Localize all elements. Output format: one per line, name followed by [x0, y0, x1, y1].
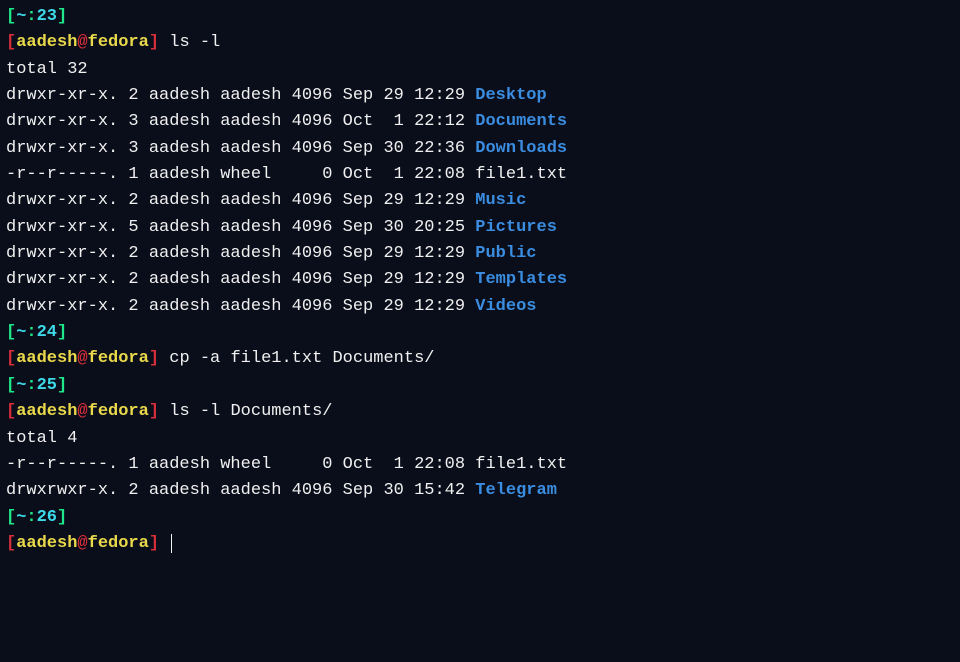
prompt-host: fedora — [88, 402, 149, 421]
file-metadata: drwxr-xr-x. 2 aadesh aadesh 4096 Sep 29 … — [6, 297, 475, 316]
terminal-line: drwxr-xr-x. 2 aadesh aadesh 4096 Sep 29 … — [6, 294, 954, 320]
bracket-open: [ — [6, 508, 16, 527]
bracket-open: [ — [6, 323, 16, 342]
cwd-path: ~ — [16, 508, 26, 527]
command-text[interactable]: ls -l Documents/ — [159, 402, 332, 421]
terminal-line: -r--r-----. 1 aadesh wheel 0 Oct 1 22:08… — [6, 452, 954, 478]
bracket-close: ] — [149, 349, 159, 368]
separator: : — [26, 376, 36, 395]
bracket-close: ] — [149, 33, 159, 52]
directory-name: Pictures — [475, 218, 557, 237]
prompt-at: @ — [77, 33, 87, 52]
file-metadata: drwxr-xr-x. 3 aadesh aadesh 4096 Sep 30 … — [6, 139, 475, 158]
cwd-path: ~ — [16, 323, 26, 342]
terminal-line: drwxr-xr-x. 2 aadesh aadesh 4096 Sep 29 … — [6, 188, 954, 214]
terminal-line: drwxr-xr-x. 3 aadesh aadesh 4096 Sep 30 … — [6, 136, 954, 162]
terminal-line: total 32 — [6, 57, 954, 83]
prompt-host: fedora — [88, 534, 149, 553]
bracket-close: ] — [149, 402, 159, 421]
terminal-line: [~:24] — [6, 320, 954, 346]
directory-name: Public — [475, 244, 536, 263]
total-line: total 4 — [6, 429, 77, 448]
file-metadata: drwxr-xr-x. 2 aadesh aadesh 4096 Sep 29 … — [6, 244, 475, 263]
command-counter: 25 — [37, 376, 57, 395]
terminal-line: drwxrwxr-x. 2 aadesh aadesh 4096 Sep 30 … — [6, 478, 954, 504]
command-text[interactable] — [159, 534, 169, 553]
prompt-host: fedora — [88, 349, 149, 368]
directory-name: Documents — [475, 112, 567, 131]
file-metadata: drwxr-xr-x. 2 aadesh aadesh 4096 Sep 29 … — [6, 270, 475, 289]
terminal-line: total 4 — [6, 426, 954, 452]
bracket-open: [ — [6, 7, 16, 26]
terminal-line: [aadesh@fedora] ls -l Documents/ — [6, 399, 954, 425]
file-metadata: drwxr-xr-x. 5 aadesh aadesh 4096 Sep 30 … — [6, 218, 475, 237]
directory-name: Music — [475, 191, 526, 210]
bracket-close: ] — [57, 7, 67, 26]
command-counter: 23 — [37, 7, 57, 26]
prompt-user: aadesh — [16, 33, 77, 52]
prompt-user: aadesh — [16, 402, 77, 421]
terminal-line: [aadesh@fedora] ls -l — [6, 30, 954, 56]
terminal-line: drwxr-xr-x. 2 aadesh aadesh 4096 Sep 29 … — [6, 241, 954, 267]
directory-name: Templates — [475, 270, 567, 289]
file-metadata: drwxr-xr-x. 2 aadesh aadesh 4096 Sep 29 … — [6, 86, 475, 105]
bracket-open: [ — [6, 349, 16, 368]
prompt-at: @ — [77, 534, 87, 553]
terminal-line: -r--r-----. 1 aadesh wheel 0 Oct 1 22:08… — [6, 162, 954, 188]
terminal-line: [aadesh@fedora] cp -a file1.txt Document… — [6, 346, 954, 372]
file-metadata: drwxrwxr-x. 2 aadesh aadesh 4096 Sep 30 … — [6, 481, 475, 500]
bracket-close: ] — [57, 508, 67, 527]
total-line: total 32 — [6, 60, 88, 79]
command-text[interactable]: ls -l — [159, 33, 220, 52]
prompt-at: @ — [77, 349, 87, 368]
command-counter: 26 — [37, 508, 57, 527]
bracket-open: [ — [6, 534, 16, 553]
file-name: file1.txt — [475, 165, 567, 184]
bracket-open: [ — [6, 376, 16, 395]
terminal-line: [aadesh@fedora] — [6, 531, 954, 557]
terminal-line: drwxr-xr-x. 5 aadesh aadesh 4096 Sep 30 … — [6, 215, 954, 241]
terminal-line: [~:26] — [6, 505, 954, 531]
terminal-line: [~:25] — [6, 373, 954, 399]
cursor — [171, 534, 172, 553]
separator: : — [26, 323, 36, 342]
prompt-host: fedora — [88, 33, 149, 52]
separator: : — [26, 508, 36, 527]
terminal-output[interactable]: [~:23][aadesh@fedora] ls -ltotal 32drwxr… — [6, 4, 954, 557]
cwd-path: ~ — [16, 7, 26, 26]
cwd-path: ~ — [16, 376, 26, 395]
command-text[interactable]: cp -a file1.txt Documents/ — [159, 349, 434, 368]
file-metadata: -r--r-----. 1 aadesh wheel 0 Oct 1 22:08 — [6, 455, 475, 474]
terminal-line: [~:23] — [6, 4, 954, 30]
file-metadata: -r--r-----. 1 aadesh wheel 0 Oct 1 22:08 — [6, 165, 475, 184]
file-metadata: drwxr-xr-x. 3 aadesh aadesh 4096 Oct 1 2… — [6, 112, 475, 131]
prompt-user: aadesh — [16, 534, 77, 553]
terminal-line: drwxr-xr-x. 2 aadesh aadesh 4096 Sep 29 … — [6, 83, 954, 109]
file-name: file1.txt — [475, 455, 567, 474]
prompt-user: aadesh — [16, 349, 77, 368]
bracket-close: ] — [57, 323, 67, 342]
prompt-at: @ — [77, 402, 87, 421]
directory-name: Videos — [475, 297, 536, 316]
directory-name: Desktop — [475, 86, 546, 105]
bracket-close: ] — [149, 534, 159, 553]
separator: : — [26, 7, 36, 26]
command-counter: 24 — [37, 323, 57, 342]
directory-name: Telegram — [475, 481, 557, 500]
bracket-close: ] — [57, 376, 67, 395]
terminal-line: drwxr-xr-x. 2 aadesh aadesh 4096 Sep 29 … — [6, 267, 954, 293]
bracket-open: [ — [6, 402, 16, 421]
file-metadata: drwxr-xr-x. 2 aadesh aadesh 4096 Sep 29 … — [6, 191, 475, 210]
directory-name: Downloads — [475, 139, 567, 158]
terminal-line: drwxr-xr-x. 3 aadesh aadesh 4096 Oct 1 2… — [6, 109, 954, 135]
bracket-open: [ — [6, 33, 16, 52]
